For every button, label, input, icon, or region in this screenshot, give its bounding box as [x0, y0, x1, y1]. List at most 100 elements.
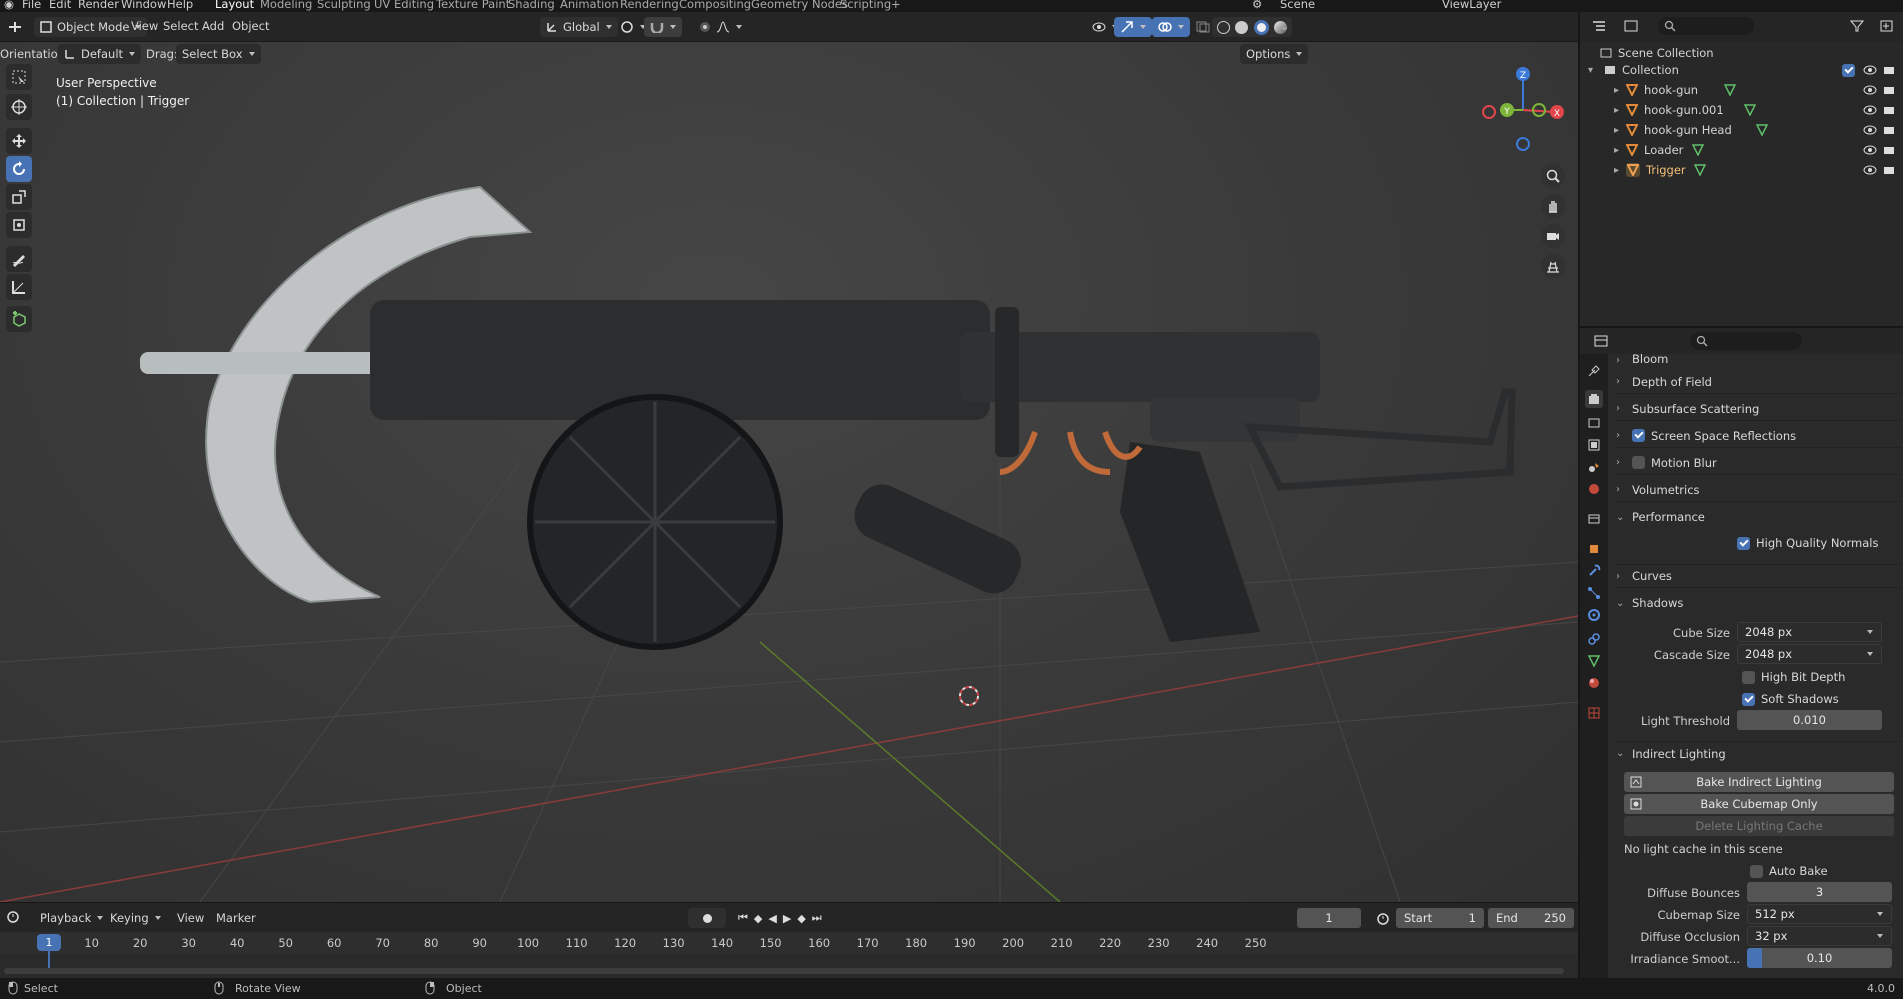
collection-render-camera-icon[interactable] — [1883, 65, 1895, 75]
timeline-scrollbar[interactable] — [4, 968, 1564, 974]
high-quality-normals-checkbox[interactable] — [1737, 536, 1750, 550]
options-dropdown[interactable]: Options — [1240, 44, 1309, 64]
stopwatch-icon[interactable] — [1376, 911, 1390, 925]
viewport-menu-add[interactable]: Add — [202, 19, 224, 33]
workspace-tab-animation[interactable]: Animation — [560, 0, 619, 11]
particles-tab-icon[interactable] — [1585, 584, 1603, 602]
collection-tab-icon[interactable] — [1585, 510, 1603, 528]
outliner-object-row[interactable]: ▸ hook-gun — [1580, 80, 1903, 100]
expand-chevron-icon[interactable]: ▸ — [1614, 105, 1626, 116]
irradiance-smoothing-slider[interactable]: 0.10 — [1747, 948, 1892, 968]
outliner-search-input[interactable] — [1658, 17, 1754, 35]
snapping-dropdown[interactable] — [644, 17, 682, 37]
object-render-camera-icon[interactable] — [1883, 145, 1895, 155]
jump-end-icon[interactable]: ⏭ — [812, 911, 822, 925]
properties-search-input[interactable] — [1690, 332, 1802, 350]
bake-cubemap-button[interactable]: Bake Cubemap Only — [1624, 794, 1894, 814]
outliner-editor-icon[interactable] — [1592, 20, 1606, 32]
object-visibility-eye-icon[interactable] — [1863, 85, 1877, 95]
diffuse-occlusion-select[interactable]: 32 px — [1747, 926, 1892, 946]
object-render-camera-icon[interactable] — [1883, 105, 1895, 115]
cubemap-size-select[interactable]: 512 px — [1747, 904, 1892, 924]
end-frame-field[interactable]: End 250 — [1488, 908, 1574, 928]
filter-icon[interactable] — [1850, 20, 1864, 32]
soft-shadows-toggle[interactable]: Soft Shadows — [1742, 692, 1839, 706]
bake-indirect-lighting-button[interactable]: Bake Indirect Lighting — [1624, 772, 1894, 792]
object-tab-icon[interactable] — [1585, 540, 1603, 558]
prev-keyframe-icon[interactable]: ◆ — [754, 912, 762, 925]
object-render-camera-icon[interactable] — [1883, 125, 1895, 135]
delete-lighting-cache-button[interactable]: Delete Lighting Cache — [1624, 816, 1894, 836]
object-visibility-eye-icon[interactable] — [1863, 105, 1877, 115]
next-keyframe-icon[interactable]: ◆ — [797, 912, 805, 925]
timeline-marker-menu[interactable]: Marker — [216, 911, 256, 925]
object-visibility-eye-icon[interactable] — [1863, 145, 1877, 155]
menu-file[interactable]: File — [22, 0, 41, 11]
ssr-checkbox[interactable] — [1632, 429, 1645, 442]
section-bloom[interactable]: › Bloom — [1616, 354, 1901, 366]
play-icon[interactable]: ▶ — [783, 912, 791, 925]
workspace-tab-shading[interactable]: Shading — [508, 0, 555, 11]
soft-shadows-checkbox[interactable] — [1742, 692, 1755, 706]
outliner-collection[interactable]: ▾ Collection — [1580, 60, 1903, 80]
falloff-dropdown[interactable] — [710, 17, 748, 37]
menu-render[interactable]: Render — [78, 0, 119, 11]
scene-icon[interactable]: ⚙ — [1252, 0, 1262, 11]
outliner-object-row[interactable]: ▸ hook-gun.001 — [1580, 100, 1903, 120]
expand-chevron-icon[interactable]: ▸ — [1614, 165, 1626, 176]
workspace-tab-compositing[interactable]: Compositing — [679, 0, 751, 11]
move-tool[interactable] — [6, 128, 32, 154]
section-shadows[interactable]: ⌄ Shadows — [1616, 591, 1901, 615]
menu-edit[interactable]: Edit — [49, 0, 71, 11]
collection-visibility-eye-icon[interactable] — [1863, 65, 1877, 75]
outliner-object-row-selected[interactable]: ▸ Trigger — [1580, 160, 1903, 180]
timeline-editor-icon[interactable] — [6, 910, 24, 924]
light-threshold-field[interactable]: 0.010 — [1737, 710, 1882, 730]
workspace-tab-scripting[interactable]: Scripting — [840, 0, 891, 11]
viewport-menu-view[interactable]: View — [131, 19, 158, 33]
motion-blur-checkbox[interactable] — [1632, 456, 1645, 469]
section-depth-of-field[interactable]: › Depth of Field — [1616, 370, 1901, 394]
record-button[interactable] — [688, 908, 726, 928]
high-quality-normals-toggle[interactable]: High Quality Normals — [1737, 536, 1878, 550]
ortho-toggle-icon[interactable] — [1541, 254, 1565, 278]
shading-options-chevron-icon[interactable]: ⌄ — [1280, 19, 1290, 33]
section-curves[interactable]: › Curves — [1616, 564, 1901, 588]
gizmo-toggle[interactable] — [1114, 17, 1152, 37]
view-layer-tab-icon[interactable] — [1585, 436, 1603, 454]
scene-name[interactable]: Scene — [1280, 0, 1315, 11]
section-screen-space-reflections[interactable]: › Screen Space Reflections — [1616, 424, 1901, 448]
annotate-tool[interactable] — [6, 246, 32, 272]
high-bit-depth-toggle[interactable]: High Bit Depth — [1742, 670, 1845, 684]
object-visibility-eye-icon[interactable] — [1863, 125, 1877, 135]
section-volumetrics[interactable]: › Volumetrics — [1616, 478, 1901, 502]
material-shading-icon[interactable] — [1253, 19, 1269, 35]
output-tab-icon[interactable] — [1585, 414, 1603, 432]
pan-hand-icon[interactable] — [1541, 194, 1565, 218]
collapse-chevron-icon[interactable]: ▾ — [1588, 65, 1600, 76]
play-reverse-icon[interactable]: ◀ — [768, 912, 776, 925]
section-motion-blur[interactable]: › Motion Blur — [1616, 451, 1901, 475]
properties-editor-icon[interactable] — [1594, 335, 1610, 347]
keying-menu[interactable]: Keying — [104, 908, 167, 928]
workspace-tab-modeling[interactable]: Modeling — [260, 0, 312, 11]
display-mode-icon[interactable] — [1624, 20, 1638, 32]
object-render-camera-icon[interactable] — [1883, 85, 1895, 95]
physics-tab-icon[interactable] — [1585, 606, 1603, 624]
measure-tool[interactable] — [6, 274, 32, 300]
outliner-object-row[interactable]: ▸ Loader — [1580, 140, 1903, 160]
new-collection-icon[interactable] — [1880, 20, 1894, 32]
object-visibility-eye-icon[interactable] — [1863, 165, 1877, 175]
overlays-toggle[interactable] — [1152, 17, 1190, 37]
start-frame-field[interactable]: Start 1 — [1396, 908, 1484, 928]
editor-type-button[interactable] — [2, 17, 28, 37]
workspace-tab-geometry-nodes[interactable]: Geometry Nodes — [751, 0, 848, 11]
expand-chevron-icon[interactable]: ▸ — [1614, 85, 1626, 96]
transform-orientation-dropdown[interactable]: Global — [540, 17, 618, 37]
workspace-tab-sculpting[interactable]: Sculpting — [317, 0, 371, 11]
high-bit-depth-checkbox[interactable] — [1742, 670, 1755, 684]
tool-tab-icon[interactable] — [1585, 362, 1603, 380]
cursor-tool[interactable] — [6, 94, 32, 120]
zoom-icon[interactable] — [1541, 164, 1565, 188]
world-tab-icon[interactable] — [1585, 480, 1603, 498]
